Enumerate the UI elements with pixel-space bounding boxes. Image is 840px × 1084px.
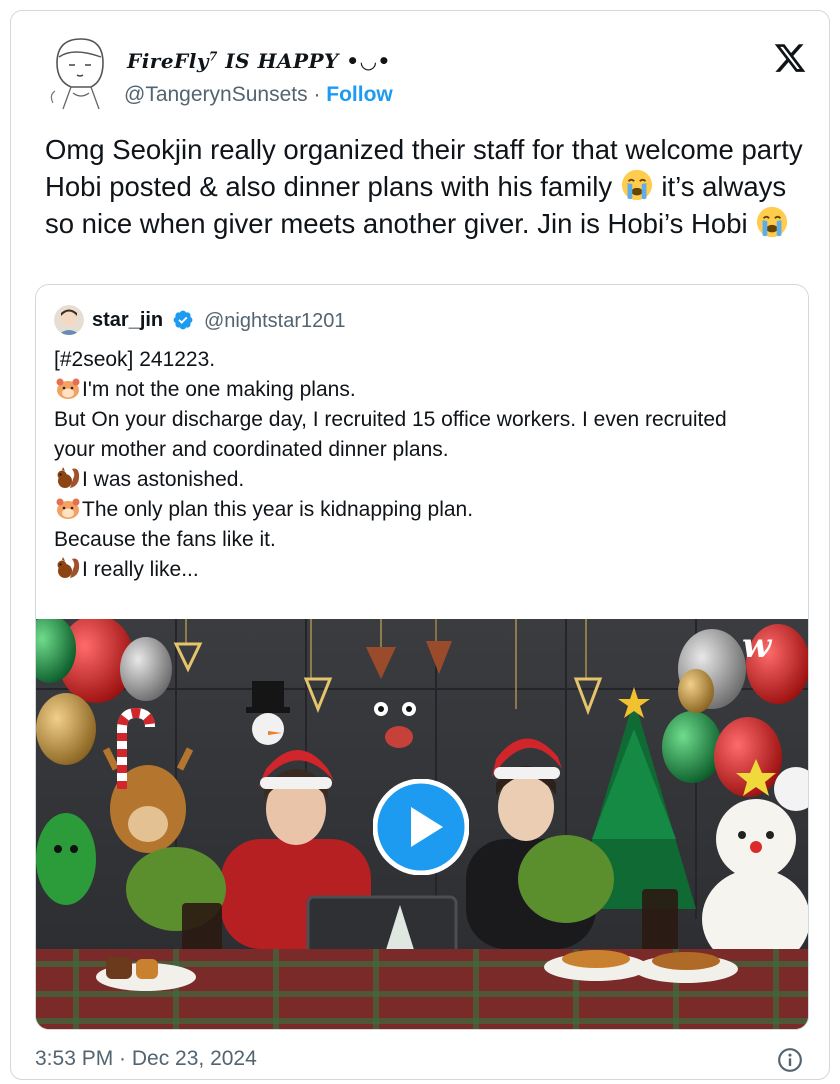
quoted-tweet[interactable]: star_jin @nightstar1201 [#2seok] 241223.… xyxy=(35,284,809,1030)
quoted-author-name: star_jin xyxy=(92,309,164,331)
author-display-name[interactable]: FireFly7 IS HAPPY •◡• xyxy=(127,49,391,73)
info-icon[interactable] xyxy=(777,1047,803,1073)
quoted-line-text: [#2seok] 241223. xyxy=(54,348,216,371)
author-name-sup: 7 xyxy=(208,49,218,64)
separator-dot: · xyxy=(313,83,321,106)
play-button-icon[interactable] xyxy=(373,779,469,875)
quoted-line-text: Because the fans like it. xyxy=(54,528,276,551)
tweet-timestamp[interactable]: 3:53 PM · Dec 23, 2024 xyxy=(35,1047,257,1071)
quoted-line: your mother and coordinated dinner plans… xyxy=(54,435,794,465)
x-logo-icon[interactable] xyxy=(773,41,807,75)
quoted-line: But On your discharge day, I recruited 1… xyxy=(54,405,794,435)
quoted-line-text: But On your discharge day, I recruited 1… xyxy=(54,408,727,431)
author-avatar[interactable] xyxy=(43,33,115,111)
video-thumbnail[interactable]: w xyxy=(36,619,808,1029)
quoted-line-text: your mother and coordinated dinner plans… xyxy=(54,438,449,461)
quoted-line-text: I was astonished. xyxy=(82,468,245,491)
author-name-main: FireFly xyxy=(127,49,209,73)
quoted-line: I'm not the one making plans. xyxy=(54,375,794,405)
quoted-line: I really like... xyxy=(54,555,794,585)
tweet-card: FireFly7 IS HAPPY •◡• @TangerynSunsets ·… xyxy=(10,10,830,1080)
tweet-text: Omg Seokjin really organized their staff… xyxy=(45,131,815,242)
follow-button[interactable]: Follow xyxy=(326,83,393,106)
quoted-text: [#2seok] 241223. I'm not the one making … xyxy=(54,345,794,585)
quoted-line: I was astonished. xyxy=(54,465,794,495)
hamster-icon xyxy=(56,498,80,519)
quoted-author-handle: @nightstar1201 xyxy=(204,310,346,332)
quoted-line-text: I'm not the one making plans. xyxy=(82,378,356,401)
author-handle[interactable]: @TangerynSunsets xyxy=(124,83,308,106)
quoted-line-text: I really like... xyxy=(82,558,199,581)
verified-badge-icon xyxy=(173,310,193,330)
quoted-line: [#2seok] 241223. xyxy=(54,345,794,375)
quoted-line-text: The only plan this year is kidnapping pl… xyxy=(82,498,474,521)
squirrel-icon xyxy=(57,467,80,488)
squirrel-icon xyxy=(57,557,80,578)
quoted-line: Because the fans like it. xyxy=(54,525,794,555)
loudly-crying-face-icon xyxy=(757,206,788,238)
author-name-rest: IS HAPPY •◡• xyxy=(217,49,391,73)
hamster-icon xyxy=(56,378,80,399)
author-handle-row: @TangerynSunsets · Follow xyxy=(124,83,393,107)
weverse-watermark: w xyxy=(742,626,773,666)
quoted-line: The only plan this year is kidnapping pl… xyxy=(54,495,794,525)
loudly-crying-face-icon xyxy=(621,169,652,201)
quoted-author-avatar xyxy=(54,305,84,335)
